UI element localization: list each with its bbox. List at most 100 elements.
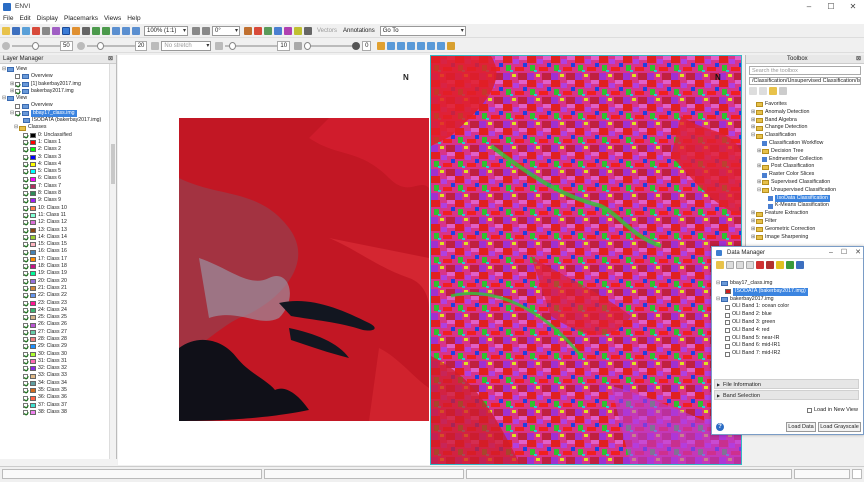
- class-visibility-checkbox[interactable]: [23, 191, 28, 197]
- class-color-swatch[interactable]: [30, 322, 36, 328]
- band-checkbox[interactable]: [725, 351, 730, 357]
- class-visibility-checkbox[interactable]: [23, 395, 28, 401]
- class-item[interactable]: 13: Class 13: [2, 227, 107, 234]
- class-visibility-checkbox[interactable]: [23, 380, 28, 386]
- layer-tree-item[interactable]: Overview: [2, 102, 107, 109]
- toolbox-item[interactable]: ⊞ Band Algebra: [748, 117, 856, 125]
- brightness-value[interactable]: 50: [60, 40, 73, 51]
- class-color-swatch[interactable]: [30, 351, 36, 357]
- rotate-icon[interactable]: [82, 26, 90, 35]
- band-checkbox[interactable]: [725, 343, 730, 349]
- data-manager-item[interactable]: ⊟ bbay17_class.img: [716, 280, 859, 288]
- dm-list-icon[interactable]: [746, 261, 754, 269]
- minimize-button[interactable]: –: [798, 0, 820, 13]
- class-item[interactable]: 29: Class 29: [2, 343, 107, 350]
- class-item[interactable]: 22: Class 22: [2, 292, 107, 299]
- toolbox-item[interactable]: Favorites: [748, 101, 856, 109]
- class-color-swatch[interactable]: [30, 213, 36, 219]
- layer-tree-item[interactable]: Overview: [2, 73, 107, 80]
- class-item[interactable]: 4: Class 4: [2, 161, 107, 168]
- class-item[interactable]: 10: Class 10: [2, 205, 107, 212]
- class-color-swatch[interactable]: [30, 344, 36, 350]
- class-item[interactable]: 6: Class 6: [2, 175, 107, 182]
- status-cancel-button[interactable]: [852, 469, 862, 479]
- class-color-swatch[interactable]: [30, 286, 36, 292]
- rotate-left-icon[interactable]: [192, 26, 200, 35]
- class-visibility-checkbox[interactable]: [23, 388, 28, 394]
- class-visibility-checkbox[interactable]: [23, 344, 28, 350]
- toolbox-item[interactable]: ⊞ Image Sharpening: [748, 234, 856, 242]
- data-manager-item[interactable]: OLI Band 7: mid-IR2: [716, 350, 859, 358]
- class-visibility-checkbox[interactable]: [23, 300, 28, 306]
- class-visibility-checkbox[interactable]: [23, 256, 28, 262]
- chip-icon[interactable]: [294, 26, 302, 35]
- class-color-swatch[interactable]: [30, 395, 36, 401]
- class-color-swatch[interactable]: [30, 337, 36, 343]
- layer-visibility-checkbox[interactable]: [15, 103, 20, 109]
- brightness-slider[interactable]: [12, 41, 60, 51]
- zoom-out-icon[interactable]: [102, 26, 110, 35]
- pan-icon[interactable]: [62, 26, 70, 35]
- measure-icon[interactable]: [274, 26, 282, 35]
- rotation-combo[interactable]: 0°: [212, 25, 240, 36]
- class-item[interactable]: 20: Class 20: [2, 278, 107, 285]
- data-manager-item[interactable]: OLI Band 2: blue: [716, 311, 859, 319]
- collapse-icon[interactable]: [749, 87, 757, 95]
- class-item[interactable]: 25: Class 25: [2, 314, 107, 321]
- class-item[interactable]: 17: Class 17: [2, 256, 107, 263]
- class-item[interactable]: 2: Class 2: [2, 146, 107, 153]
- contrast-value[interactable]: 20: [134, 40, 148, 51]
- sharpen-value[interactable]: 10: [277, 40, 291, 51]
- layer-tree-scrollbar[interactable]: [109, 64, 116, 466]
- class-visibility-checkbox[interactable]: [23, 132, 28, 138]
- vectors-button[interactable]: Vectors: [317, 28, 337, 34]
- class-color-swatch[interactable]: [30, 176, 36, 182]
- class-color-swatch[interactable]: [30, 198, 36, 204]
- class-color-swatch[interactable]: [30, 366, 36, 372]
- dm-check-icon[interactable]: [786, 261, 794, 269]
- histogram-icon[interactable]: [377, 41, 386, 50]
- class-color-swatch[interactable]: [30, 234, 36, 240]
- toolbox-item[interactable]: ⊟ Classification: [748, 132, 856, 140]
- layer-tree-hscrollbar[interactable]: [0, 459, 117, 466]
- save-icon[interactable]: [12, 26, 20, 35]
- classification-image[interactable]: N: [431, 56, 742, 465]
- layer-tree-item[interactable]: ⊟ View: [2, 66, 107, 73]
- class-color-swatch[interactable]: [30, 256, 36, 262]
- class-visibility-checkbox[interactable]: [23, 271, 28, 277]
- class-item[interactable]: 24: Class 24: [2, 307, 107, 314]
- class-item[interactable]: 28: Class 28: [2, 336, 107, 343]
- portal-icon[interactable]: [284, 26, 292, 35]
- dm-pin-icon[interactable]: [776, 261, 784, 269]
- fly-icon[interactable]: [72, 26, 80, 35]
- toolbox-item[interactable]: Endmember Collection: [748, 156, 856, 164]
- toolbox-item[interactable]: ⊟ Unsupervised Classification: [748, 187, 856, 195]
- class-color-swatch[interactable]: [30, 191, 36, 197]
- image-view-right[interactable]: N: [430, 55, 742, 465]
- dm-maximize-button[interactable]: ☐: [841, 249, 847, 256]
- print-icon[interactable]: [304, 26, 312, 35]
- class-color-swatch[interactable]: [30, 169, 36, 175]
- class-visibility-checkbox[interactable]: [23, 366, 28, 372]
- class-item[interactable]: 35: Class 35: [2, 387, 107, 394]
- band-checkbox[interactable]: [725, 312, 730, 318]
- band-checkbox[interactable]: [725, 320, 730, 326]
- transparency-slider[interactable]: [304, 41, 353, 51]
- dm-open-icon[interactable]: [716, 261, 724, 269]
- class-item[interactable]: 14: Class 14: [2, 234, 107, 241]
- class-visibility-checkbox[interactable]: [23, 264, 28, 270]
- class-color-swatch[interactable]: [30, 373, 36, 379]
- layer-tree-item[interactable]: ⊟ Classes: [2, 124, 107, 131]
- class-visibility-checkbox[interactable]: [23, 183, 28, 189]
- class-item[interactable]: 27: Class 27: [2, 329, 107, 336]
- layer-tree-item[interactable]: ⊞ [1] bakerbay2017.img: [2, 81, 107, 88]
- class-item[interactable]: 7: Class 7: [2, 183, 107, 190]
- class-item[interactable]: 33: Class 33: [2, 372, 107, 379]
- class-item[interactable]: 16: Class 16: [2, 248, 107, 255]
- toolbox-item[interactable]: Raster Color Slices: [748, 171, 856, 179]
- class-color-swatch[interactable]: [30, 315, 36, 321]
- full-extent-icon[interactable]: [132, 26, 140, 35]
- class-visibility-checkbox[interactable]: [23, 169, 28, 175]
- data-manager-item[interactable]: OLI Band 3: green: [716, 319, 859, 327]
- class-item[interactable]: 1: Class 1: [2, 139, 107, 146]
